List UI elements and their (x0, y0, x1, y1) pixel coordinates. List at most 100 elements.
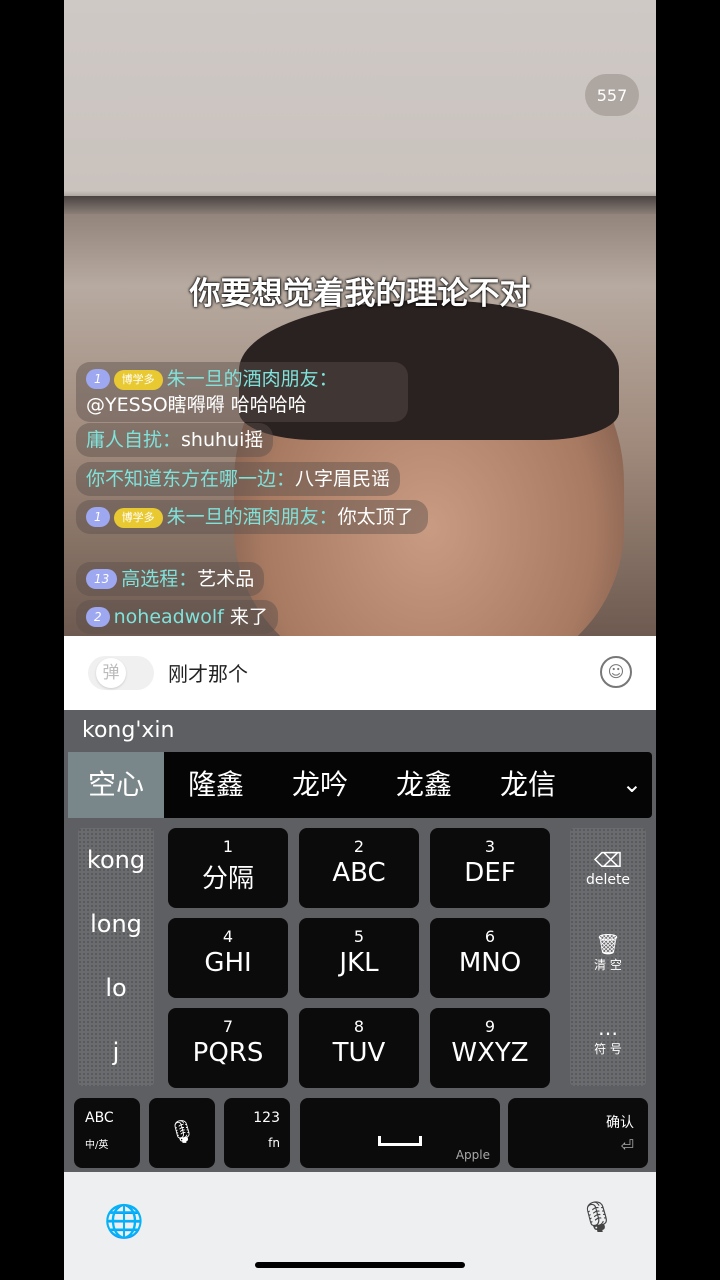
chat-username[interactable]: 朱一旦的酒肉朋友： (167, 506, 338, 528)
symbols-button[interactable]: … 符 号 (570, 1000, 646, 1086)
key-letters: PQRS (192, 1038, 264, 1068)
space-key[interactable]: Apple (300, 1098, 500, 1168)
chat-text: 八字眉民谣 (295, 468, 391, 490)
number-label: 123 (253, 1110, 280, 1126)
chat-message: 2 noheadwolf 来了 (76, 600, 278, 634)
microphone-icon: 🎙 (168, 1120, 196, 1145)
candidate[interactable]: 龙信 (476, 752, 580, 818)
chat-message: 1 博学多 朱一旦的酒肉朋友： @YESSO瞎嘚嘚 哈哈哈哈 (76, 362, 408, 422)
key-letters: GHI (204, 948, 252, 978)
key-2[interactable]: 2 ABC (299, 828, 419, 908)
key-number: 4 (222, 927, 234, 946)
live-video[interactable]: 557 你要想觉着我的理论不对 1 博学多 朱一旦的酒肉朋友： @YESSO瞎嘚嘚 哈… (64, 0, 656, 680)
danmu-toggle[interactable]: 弹 (88, 656, 154, 690)
fan-badge: 博学多 (113, 508, 163, 528)
key-letters: JKL (339, 948, 379, 978)
space-brand: Apple (455, 1148, 490, 1162)
video-background (64, 196, 656, 214)
fan-badge: 博学多 (113, 370, 163, 390)
pinyin-option[interactable]: lo (78, 956, 154, 1020)
key-number: 7 (222, 1017, 234, 1036)
key-number: 9 (484, 1017, 496, 1036)
delete-icon: ⌫ (593, 848, 623, 872)
key-letters: 分隔 (201, 864, 254, 894)
key-3[interactable]: 3 DEF (430, 828, 550, 908)
chat-username[interactable]: 庸人自扰： (86, 429, 181, 451)
comment-bar: 弹 刚才那个 ☺ (64, 636, 656, 710)
key-letters: DEF (464, 858, 516, 888)
space-icon (378, 1136, 422, 1146)
danmu-toggle-label: 弹 (96, 658, 126, 688)
candidate[interactable]: 龙鑫 (372, 752, 476, 818)
delete-button[interactable]: ⌫ delete (570, 828, 646, 914)
trash-icon: 🗑 (595, 932, 621, 956)
chat-message: 13 高选程：艺术品 (76, 562, 265, 596)
chat-username[interactable]: 高选程： (121, 568, 197, 590)
fn-label: fn (268, 1136, 280, 1150)
voice-key[interactable]: 🎙 (149, 1098, 215, 1168)
chat-message: 你不知道东方在哪一边：八字眉民谣 (76, 462, 401, 496)
chat-username[interactable]: 你不知道东方在哪一边： (86, 468, 295, 490)
candidate[interactable]: 龙吟 (268, 752, 372, 818)
candidate[interactable]: 隆鑫 (164, 752, 268, 818)
home-indicator[interactable] (255, 1262, 465, 1268)
delete-label: delete (585, 872, 631, 888)
key-number: 2 (353, 837, 365, 856)
key-8[interactable]: 8 TUV (299, 1008, 419, 1088)
subtitle: 你要想觉着我的理论不对 (189, 276, 531, 312)
lang-label: 中/英 (85, 1140, 109, 1151)
key-1[interactable]: 1 分隔 (168, 828, 288, 908)
candidate[interactable]: 空心 (68, 752, 164, 818)
chat-text: 来了 (223, 606, 268, 628)
symbols-label: 符 号 (594, 1042, 622, 1056)
chat-text: 艺术品 (197, 568, 255, 590)
key-letters: WXYZ (451, 1038, 529, 1068)
pinyin-option[interactable]: kong (78, 828, 154, 892)
key-number: 5 (353, 927, 365, 946)
key-letters: MNO (458, 948, 522, 978)
key-7[interactable]: 7 PQRS (168, 1008, 288, 1088)
key-letters: TUV (332, 1038, 386, 1068)
level-badge: 1 (86, 507, 110, 527)
function-column: ⌫ delete 🗑 清 空 … 符 号 (570, 828, 646, 1086)
key-number: 3 (484, 837, 496, 856)
chat-message: 1 博学多 朱一旦的酒肉朋友：你太顶了 (76, 500, 428, 534)
chat-text: 你太顶了 (337, 506, 414, 528)
candidate-bar: 空心 隆鑫 龙吟 龙鑫 龙信 ⌄ (68, 752, 652, 818)
chat-username[interactable]: noheadwolf (114, 606, 224, 628)
pinyin-option[interactable]: long (78, 892, 154, 956)
key-6[interactable]: 6 MNO (430, 918, 550, 998)
chat-username[interactable]: 朱一旦的酒肉朋友： (167, 368, 338, 390)
confirm-key[interactable]: 确认 ⏎ (508, 1098, 648, 1168)
key-number: 8 (353, 1017, 365, 1036)
chevron-down-icon[interactable]: ⌄ (622, 770, 642, 798)
level-badge: 2 (86, 607, 110, 627)
globe-icon[interactable]: 🌐 (104, 1202, 144, 1240)
abc-label: ABC (85, 1110, 114, 1126)
emoji-icon[interactable]: ☺ (600, 656, 632, 688)
pinyin-option[interactable]: j (78, 1020, 154, 1084)
level-badge: 13 (86, 569, 118, 589)
dictation-microphone-icon[interactable]: 🎙 (578, 1200, 616, 1235)
pinyin-composition: kong'xin (82, 718, 175, 743)
comment-input[interactable]: 刚才那个 (168, 658, 248, 687)
key-number: 1 (222, 837, 234, 856)
confirm-label: 确认 (606, 1115, 634, 1131)
chat-text: shuhui摇 (181, 429, 264, 451)
system-bar: 🌐 🎙 (64, 1172, 656, 1280)
chat-message: 庸人自扰：shuhui摇 (76, 423, 274, 457)
key-9[interactable]: 9 WXYZ (430, 1008, 550, 1088)
clear-button[interactable]: 🗑 清 空 (570, 914, 646, 1000)
abc-switch-key[interactable]: ABC 中/英 (74, 1098, 140, 1168)
number-key[interactable]: 123 fn (224, 1098, 290, 1168)
key-letters: ABC (332, 858, 386, 888)
pinyin-options: kong long lo j (78, 828, 154, 1086)
more-icon: … (598, 1016, 618, 1040)
app: 557 你要想觉着我的理论不对 1 博学多 朱一旦的酒肉朋友： @YESSO瞎嘚嘚 哈… (64, 0, 656, 1280)
level-badge: 1 (86, 369, 110, 389)
keyboard: kong'xin 空心 隆鑫 龙吟 龙鑫 龙信 ⌄ kong long lo j… (64, 710, 656, 1172)
viewer-count[interactable]: 557 (585, 74, 639, 116)
key-4[interactable]: 4 GHI (168, 918, 288, 998)
return-icon: ⏎ (620, 1136, 634, 1155)
key-5[interactable]: 5 JKL (299, 918, 419, 998)
